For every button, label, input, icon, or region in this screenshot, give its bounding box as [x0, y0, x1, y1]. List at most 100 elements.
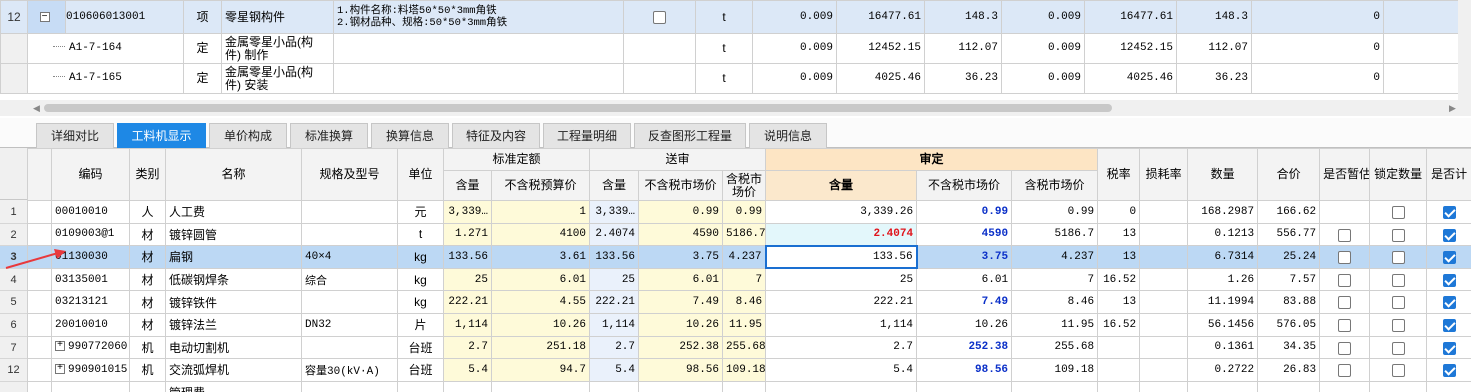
audit-price-incl-cell[interactable]: 255.68	[1011, 335, 1099, 360]
provisional-cell[interactable]	[1319, 290, 1371, 314]
audit-price-incl-cell[interactable]: 8.46	[1011, 290, 1099, 314]
checkbox[interactable]	[1442, 318, 1456, 332]
checkbox[interactable]	[1442, 251, 1456, 265]
vertical-scrollbar[interactable]	[1458, 0, 1471, 100]
flag-cell[interactable]	[623, 0, 696, 34]
is-calc-cell[interactable]	[1426, 267, 1471, 292]
checkbox[interactable]	[1442, 205, 1456, 219]
sent-price-excl-cell[interactable]: 98.56	[638, 358, 724, 382]
sent-price-incl-cell[interactable]: 11.95	[722, 312, 767, 337]
checkbox[interactable]	[1442, 341, 1456, 355]
sent-qty-cell[interactable]: 3,339…	[589, 200, 640, 224]
is-calc-cell[interactable]	[1426, 312, 1471, 337]
tab-conversion-info[interactable]: 换算信息	[371, 123, 449, 148]
collapse-icon[interactable]: −	[39, 12, 50, 23]
col-header-code[interactable]: 编码	[51, 148, 130, 201]
checkbox[interactable]	[1338, 364, 1352, 378]
sent-qty-cell[interactable]: 2.4074	[589, 222, 640, 247]
sent-qty-cell[interactable]: 5.4	[589, 358, 640, 382]
row-header[interactable]: 1	[0, 201, 27, 224]
tab-quantity-details[interactable]: 工程量明细	[543, 123, 631, 148]
audit-qty-cell[interactable]: 25	[765, 267, 918, 292]
audit-price-excl-cell[interactable]: 6.01	[916, 267, 1013, 292]
table-row[interactable]: 12 − 010606013001 项 零星钢构件 1.构件名称:料塔50*50…	[0, 0, 1459, 34]
provisional-cell[interactable]	[1319, 245, 1371, 269]
col-header-is-calc[interactable]: 是否计	[1426, 148, 1471, 201]
resource-row[interactable]: 01130030 材扁钢 40×4 kg 133.56 3.61 133.56 3.75 4.2…	[27, 244, 1471, 270]
provisional-cell[interactable]	[1319, 200, 1371, 224]
lock-cell[interactable]	[1369, 290, 1428, 314]
row-header[interactable]: 5	[0, 291, 27, 314]
audit-qty-cell[interactable]: 2.7	[765, 335, 918, 360]
audit-price-incl-cell[interactable]: 0.99	[1011, 200, 1099, 224]
checkbox[interactable]	[1391, 318, 1405, 332]
checkbox[interactable]	[1442, 228, 1456, 242]
col-header-audit-price-excl[interactable]: 不含税市场价	[916, 170, 1013, 201]
audit-price-excl-cell[interactable]: 252.38	[916, 335, 1013, 360]
audit-price-incl-cell[interactable]: 11.95	[1011, 312, 1099, 337]
provisional-cell[interactable]	[1319, 312, 1371, 337]
audit-price-incl-cell[interactable]: 109.18	[1011, 358, 1099, 382]
lock-cell[interactable]	[1369, 335, 1428, 360]
checkbox[interactable]	[1391, 251, 1405, 265]
resource-row[interactable]: 03213121 材镀锌铁件 kg 222.21 4.55 222.21 7.49 8.46 2…	[27, 290, 1471, 314]
table-row[interactable]: A1-7-165 定 金属零星小品(构 件) 安装 t 0.009 4025.46…	[0, 63, 1459, 94]
row-header[interactable]: 7	[0, 337, 27, 360]
audit-qty-cell[interactable]: 3,339.26	[765, 200, 918, 224]
checkbox[interactable]	[1338, 341, 1352, 355]
checkbox[interactable]	[1391, 364, 1405, 378]
sent-price-incl-cell[interactable]: 0.99	[722, 200, 767, 224]
audit-price-excl-cell[interactable]: 0.99	[916, 200, 1013, 224]
audit-qty-cell[interactable]: 222.21	[765, 290, 918, 314]
resource-row[interactable]: 00010010 人人工费元 3,339… 1 3,339… 0.99 0.99 3,339.…	[27, 200, 1471, 224]
sent-price-incl-cell[interactable]: 255.68	[722, 335, 767, 360]
sent-price-incl-cell[interactable]: 4.237	[722, 245, 767, 269]
resource-row[interactable]: 03135001 材低碳钢焊条 综合 kg 25 6.01 25 6.01 7 25 6.01 7 16…	[27, 267, 1471, 292]
audit-price-excl-cell[interactable]: 7.49	[916, 290, 1013, 314]
row-header[interactable]: 2	[0, 224, 27, 247]
col-header-name[interactable]: 名称	[165, 148, 302, 201]
resource-row-partial[interactable]: 管理费	[27, 380, 1471, 392]
audit-price-excl-cell[interactable]: 98.56	[916, 358, 1013, 382]
audit-price-excl-cell[interactable]: 3.75	[916, 245, 1013, 269]
row-header-current[interactable]: 3	[0, 246, 27, 269]
provisional-cell[interactable]	[1319, 335, 1371, 360]
tab-labor-material-machine[interactable]: 工料机显示	[117, 123, 206, 148]
sent-price-incl-cell[interactable]: 109.18	[722, 358, 767, 382]
audit-price-incl-cell[interactable]: 5186.7	[1011, 222, 1099, 247]
checkbox[interactable]	[1338, 251, 1352, 265]
sent-qty-cell[interactable]: 2.7	[589, 335, 640, 360]
horizontal-scrollbar[interactable]: ◀ ▶	[0, 100, 1471, 116]
checkbox[interactable]	[1391, 341, 1405, 355]
sent-qty-cell[interactable]: 1,114	[589, 312, 640, 337]
col-header-count[interactable]: 数量	[1187, 148, 1259, 201]
audit-price-incl-cell[interactable]: 7	[1011, 267, 1099, 292]
scroll-right-icon[interactable]: ▶	[1449, 103, 1456, 114]
col-header-category[interactable]: 类别	[129, 148, 166, 201]
sent-price-excl-cell[interactable]: 4590	[638, 222, 724, 247]
sent-price-excl-cell[interactable]: 3.75	[638, 245, 724, 269]
is-calc-cell[interactable]	[1426, 290, 1471, 314]
is-calc-cell[interactable]	[1426, 335, 1471, 360]
col-header-spec[interactable]: 规格及型号	[301, 148, 398, 201]
table-row[interactable]: A1-7-164 定 金属零星小品(构 件) 制作 t 0.009 12452.1…	[0, 33, 1459, 64]
checkbox[interactable]	[1391, 296, 1405, 310]
lock-cell[interactable]	[1369, 222, 1428, 247]
tab-standard-conversion[interactable]: 标准换算	[290, 123, 368, 148]
checkbox[interactable]	[653, 10, 666, 24]
col-header-std-qty[interactable]: 含量	[443, 170, 492, 201]
checkbox[interactable]	[1391, 228, 1405, 242]
sent-price-excl-cell[interactable]: 252.38	[638, 335, 724, 360]
sent-price-excl-cell[interactable]: 0.99	[638, 200, 724, 224]
col-header-tax-rate[interactable]: 税率	[1097, 148, 1141, 201]
provisional-cell[interactable]	[1319, 267, 1371, 292]
audit-price-excl-cell[interactable]: 4590	[916, 222, 1013, 247]
sent-price-incl-cell[interactable]: 8.46	[722, 290, 767, 314]
tree-toggle[interactable]: −	[27, 0, 66, 34]
col-header-sent-qty[interactable]: 含量	[589, 170, 640, 201]
col-header-sent-price-excl[interactable]: 不含税市场价	[638, 170, 724, 201]
col-header-provisional[interactable]: 是否暂估	[1319, 148, 1371, 201]
scrollbar-thumb[interactable]	[44, 104, 1112, 112]
audit-qty-cell[interactable]: 133.56	[764, 244, 918, 270]
row-header[interactable]: 4	[0, 269, 27, 292]
